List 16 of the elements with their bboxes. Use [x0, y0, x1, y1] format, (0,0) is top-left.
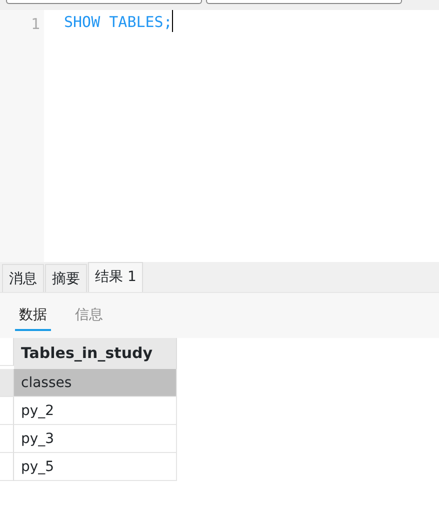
row-indicator[interactable]	[0, 369, 14, 397]
column-header[interactable]: Tables_in_study	[14, 338, 177, 369]
result-tab[interactable]: 消息	[2, 264, 44, 292]
result-tab[interactable]: 结果 1	[88, 262, 144, 292]
row-indicator[interactable]	[0, 453, 14, 481]
line-number: 1	[30, 14, 40, 35]
table-cell: py_5	[14, 453, 177, 481]
table-cell: classes	[14, 369, 177, 397]
result-tab[interactable]: 摘要	[45, 264, 87, 292]
dropdown-field[interactable]	[6, 0, 202, 4]
row-indicator[interactable]	[0, 425, 14, 453]
sub-tab[interactable]: 数据	[15, 305, 51, 331]
row-indicator[interactable]	[0, 397, 14, 425]
dropdown-field[interactable]	[206, 0, 402, 4]
table-cell: py_2	[14, 397, 177, 425]
table-cell: py_3	[14, 425, 177, 453]
